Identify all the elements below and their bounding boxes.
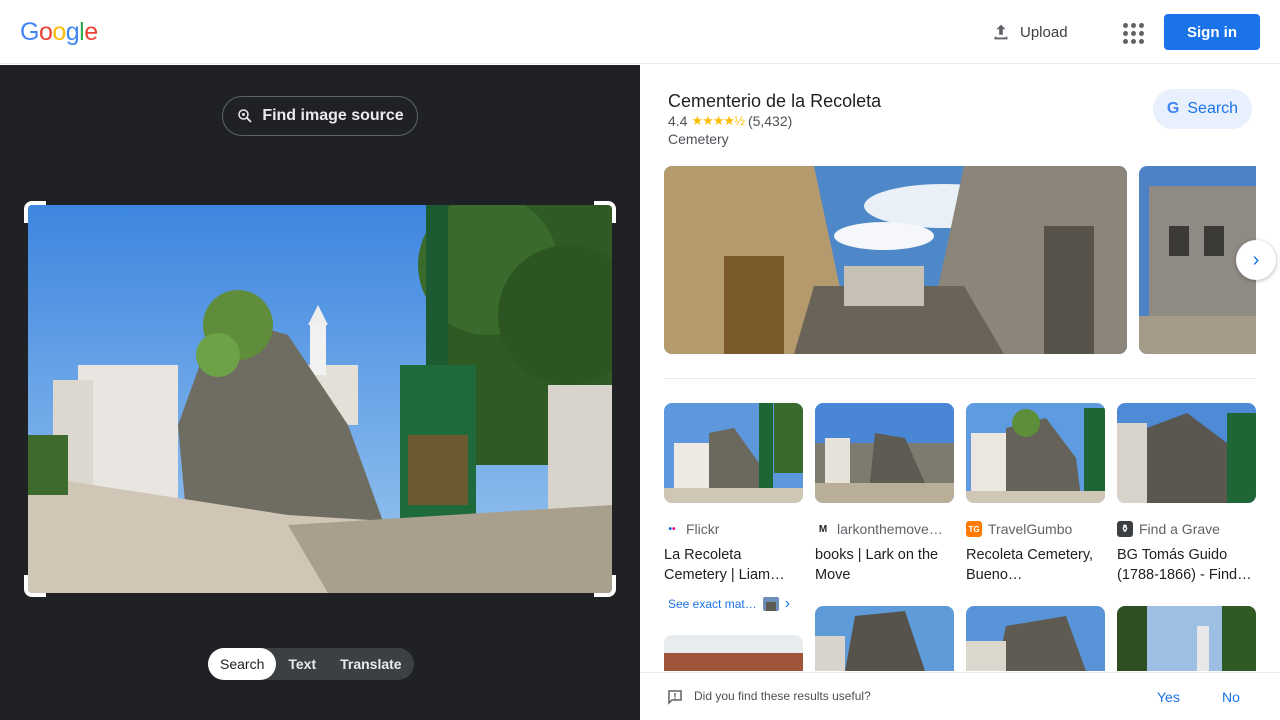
query-image[interactable] bbox=[28, 205, 612, 593]
google-g-icon: G bbox=[1166, 100, 1180, 117]
upload-icon bbox=[994, 24, 1008, 40]
chevron-right-icon: › bbox=[1252, 248, 1260, 271]
result-title[interactable]: BG Tomás Guido (1788-1866) - Find… bbox=[1117, 545, 1256, 585]
upload-button[interactable]: Upload bbox=[990, 18, 1068, 46]
carousel-image-1[interactable] bbox=[664, 166, 1127, 354]
carousel-next-button[interactable]: › bbox=[1236, 240, 1276, 280]
logo-letter-g: G bbox=[20, 18, 39, 46]
result-title[interactable]: La Recoleta Cemetery | Liam… bbox=[664, 545, 803, 585]
feedback-yes-button[interactable]: Yes bbox=[1157, 689, 1180, 705]
section-divider bbox=[664, 378, 1256, 379]
result-card-partial[interactable] bbox=[664, 635, 803, 671]
find-a-grave-icon: ⚱ bbox=[1117, 521, 1133, 537]
result-source: Mlarkonthemove… bbox=[815, 521, 954, 537]
rating-stars-icon: ★★★★½ bbox=[691, 113, 744, 128]
rating-value: 4.4 bbox=[668, 113, 688, 129]
feedback-no-button[interactable]: No bbox=[1222, 689, 1240, 705]
mode-translate-tab[interactable]: Translate bbox=[328, 648, 413, 680]
review-count: (5,432) bbox=[747, 113, 793, 129]
result-thumbnail bbox=[966, 403, 1105, 503]
travelgumbo-icon: TG bbox=[966, 521, 982, 537]
sign-in-button[interactable]: Sign in bbox=[1164, 14, 1260, 50]
result-card-partial[interactable] bbox=[815, 606, 954, 671]
result-card[interactable]: ⚱ Find a Grave BG Tomás Guido (1788-1866)… bbox=[1117, 403, 1256, 585]
crop-handle-top-left[interactable] bbox=[24, 201, 46, 223]
result-source: • • Flickr bbox=[664, 521, 803, 537]
lens-image-pane: Find image source Search Text Translate bbox=[0, 65, 640, 720]
google-search-label: Search bbox=[1187, 100, 1239, 117]
lark-icon: M bbox=[818, 523, 828, 535]
feedback-question: Did you find these results useful? bbox=[694, 689, 871, 703]
lens-search-icon bbox=[238, 109, 252, 123]
result-title[interactable]: Recoleta Cemetery, Bueno… bbox=[966, 545, 1105, 585]
result-card-partial[interactable] bbox=[966, 606, 1105, 671]
crop-handle-bottom-left[interactable] bbox=[24, 575, 46, 597]
result-card[interactable]: Mlarkonthemove… books | Lark on the Move bbox=[815, 403, 954, 585]
crop-handle-top-right[interactable] bbox=[594, 201, 616, 223]
exact-match-thumb-icon bbox=[762, 597, 779, 611]
upload-label: Upload bbox=[1020, 23, 1068, 41]
results-pane: Cementerio de la Recoleta 4.4 ★★★★½ (5,4… bbox=[640, 65, 1280, 720]
logo-letter-o1: o bbox=[38, 18, 53, 46]
top-bar: Google Upload Sign in bbox=[0, 0, 1280, 64]
result-source: ⚱ Find a Grave bbox=[1117, 521, 1256, 537]
crop-handle-bottom-right[interactable] bbox=[594, 575, 616, 597]
logo-letter-e: e bbox=[84, 18, 98, 46]
knowledge-panel-title[interactable]: Cementerio de la Recoleta bbox=[668, 91, 881, 112]
google-logo[interactable]: Google bbox=[20, 18, 98, 47]
chevron-right-icon: › bbox=[784, 595, 791, 612]
feedback-icon bbox=[668, 690, 682, 705]
place-type: Cemetery bbox=[668, 131, 729, 147]
mode-search-tab[interactable]: Search bbox=[208, 648, 277, 680]
result-thumbnail bbox=[664, 403, 803, 503]
flickr-icon: • • bbox=[668, 523, 676, 535]
lens-mode-switcher: Search Text Translate bbox=[208, 648, 414, 680]
apps-grid-icon[interactable] bbox=[1118, 18, 1146, 46]
result-title[interactable]: books | Lark on the Move bbox=[815, 545, 954, 585]
logo-letter-g2: g bbox=[65, 18, 80, 46]
google-search-button[interactable]: G Search bbox=[1153, 89, 1252, 129]
result-card[interactable]: TG TravelGumbo Recoleta Cemetery, Bueno… bbox=[966, 403, 1105, 585]
result-source: TG TravelGumbo bbox=[966, 521, 1105, 537]
result-thumbnail bbox=[1117, 403, 1256, 503]
rating-row: 4.4 ★★★★½ (5,432) bbox=[668, 113, 792, 129]
logo-letter-o2: o bbox=[52, 18, 66, 46]
see-exact-matches-link[interactable]: See exact mat… › bbox=[668, 595, 790, 613]
result-card[interactable]: • • Flickr La Recoleta Cemetery | Liam… bbox=[664, 403, 803, 585]
result-thumbnail bbox=[815, 403, 954, 503]
find-image-source-button[interactable]: Find image source bbox=[222, 96, 418, 136]
result-card-partial[interactable] bbox=[1117, 606, 1256, 671]
mode-text-tab[interactable]: Text bbox=[276, 648, 328, 680]
feedback-bar: Did you find these results useful? Yes N… bbox=[640, 672, 1280, 720]
find-image-source-label: Find image source bbox=[262, 107, 404, 124]
